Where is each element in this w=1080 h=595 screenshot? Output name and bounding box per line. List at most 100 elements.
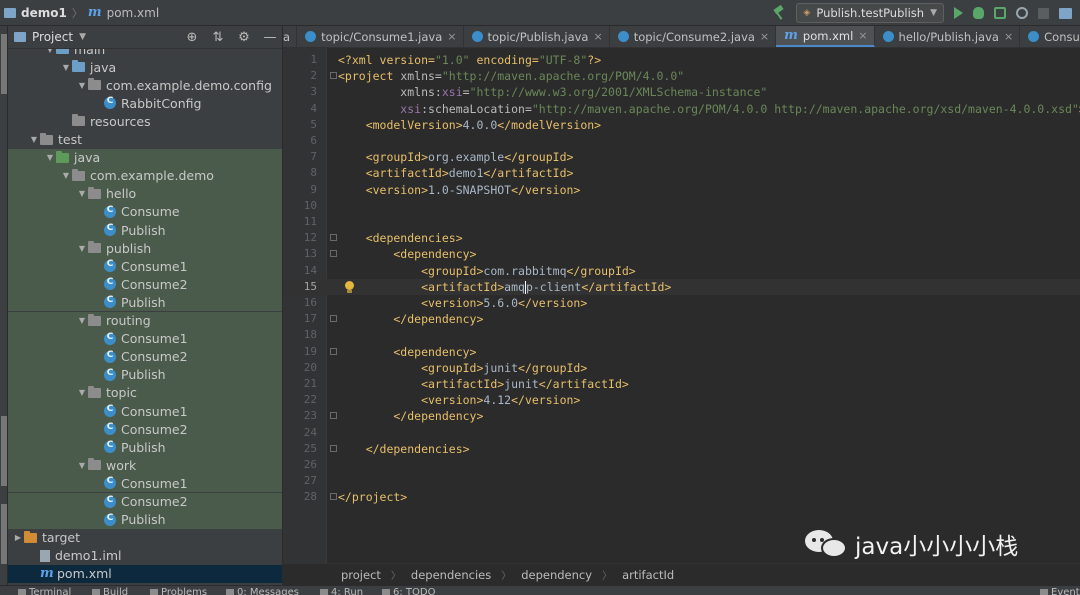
tool-window-todo[interactable]: 6: TODO	[382, 587, 435, 595]
gear-icon[interactable]: ⚙	[236, 30, 252, 45]
code-line[interactable]: 20 <groupId>junit</groupId>	[283, 360, 1080, 376]
tool-window-build[interactable]: Build	[92, 587, 128, 595]
fold-marker-icon[interactable]	[330, 72, 337, 80]
editor-tab[interactable]: a	[283, 26, 298, 47]
tree-item[interactable]: demo1.iml	[8, 547, 282, 565]
debug-icon[interactable]	[973, 7, 984, 19]
chevron-down-icon[interactable]: ▼	[79, 32, 86, 42]
tool-window-event-log[interactable]: Event	[1040, 587, 1080, 595]
expand-down-icon[interactable]: ▼	[28, 135, 40, 144]
close-icon[interactable]: ×	[593, 30, 602, 43]
build-hammer-icon[interactable]	[772, 6, 786, 20]
tree-item[interactable]: ▼ hello	[8, 184, 282, 203]
code-line[interactable]: 17 </dependency>	[283, 311, 1080, 327]
expand-down-icon[interactable]: ▼	[76, 316, 88, 325]
tool-window-run[interactable]: 4: Run	[320, 587, 363, 595]
tree-item[interactable]: Consume1	[8, 329, 282, 348]
code-line[interactable]: 3 xmlns:xsi="http://www.w3.org/2001/XMLS…	[283, 84, 1080, 100]
tree-item[interactable]: ▼ com.example.demo	[8, 166, 282, 185]
tree-item[interactable]: Consume1	[8, 257, 282, 276]
fold-marker-icon[interactable]	[330, 315, 337, 323]
editor-tab[interactable]: Consume.java×	[1020, 26, 1080, 47]
collapse-all-icon[interactable]: ⇅	[210, 30, 226, 45]
tree-item[interactable]: Consume	[8, 202, 282, 221]
code-line[interactable]: 25 </dependencies>	[283, 441, 1080, 457]
code-line[interactable]: 23 </dependency>	[283, 408, 1080, 424]
code-line[interactable]: 11	[283, 214, 1080, 230]
expand-down-icon[interactable]: ▼	[76, 461, 88, 470]
code-line[interactable]: 10	[283, 198, 1080, 214]
tree-item[interactable]: Consume2	[8, 420, 282, 439]
code-line[interactable]: 8 <artifactId>demo1</artifactId>	[283, 165, 1080, 181]
fold-marker-icon[interactable]	[330, 250, 337, 258]
project-structure-icon[interactable]	[1059, 7, 1072, 19]
intention-bulb-icon[interactable]	[344, 280, 354, 293]
code-line[interactable]: 18	[283, 327, 1080, 343]
code-line[interactable]: 19 <dependency>	[283, 344, 1080, 360]
code-line[interactable]: 28 </project>	[283, 489, 1080, 505]
code-line[interactable]: 5 <modelVersion>4.0.0</modelVersion>	[283, 117, 1080, 133]
tree-item[interactable]: Consume2	[8, 275, 282, 294]
nav-project-name[interactable]: demo1	[21, 6, 67, 20]
code-line[interactable]: 24	[283, 425, 1080, 441]
editor-tab[interactable]: hello/Publish.java ×	[875, 26, 1021, 47]
fold-marker-icon[interactable]	[330, 412, 337, 420]
code-line[interactable]: 21 <artifactId>junit</artifactId>	[283, 376, 1080, 392]
expand-down-icon[interactable]: ▼	[60, 63, 72, 72]
close-icon[interactable]: ×	[760, 30, 769, 43]
expand-down-icon[interactable]: ▼	[76, 81, 88, 90]
fold-marker-icon[interactable]	[330, 234, 337, 242]
code-editor[interactable]: 1 <?xml version="1.0" encoding="UTF-8"?> 2…	[283, 48, 1080, 563]
code-line[interactable]: 12 <dependencies>	[283, 230, 1080, 246]
tree-item[interactable]: Publish	[8, 510, 282, 529]
tree-item[interactable]: Publish	[8, 365, 282, 384]
tree-item[interactable]: ▼ test	[8, 131, 282, 149]
run-icon[interactable]	[954, 7, 963, 19]
close-icon[interactable]: ×	[1004, 30, 1013, 43]
breadcrumb-item[interactable]: dependency	[521, 568, 592, 582]
tool-window-problems[interactable]: Problems	[150, 587, 207, 595]
project-panel-title[interactable]: Project	[32, 30, 73, 44]
editor-tab[interactable]: topic/Publish.java ×	[464, 26, 610, 47]
tree-item[interactable]: ▼ work	[8, 456, 282, 475]
editor-tab[interactable]: topic/Consume1.java ×	[297, 26, 464, 47]
coverage-icon[interactable]	[994, 7, 1006, 19]
tree-item[interactable]: ▼ publish	[8, 239, 282, 258]
tree-item[interactable]: Consume2	[8, 347, 282, 366]
tree-item[interactable]: ▼ java	[8, 148, 282, 167]
structure-tool-tab[interactable]	[1, 504, 7, 564]
code-line[interactable]: 2 <project xmlns="http://maven.apache.org…	[283, 68, 1080, 84]
expand-down-icon[interactable]: ▼	[76, 388, 88, 397]
code-line[interactable]: 1 <?xml version="1.0" encoding="UTF-8"?>	[283, 52, 1080, 68]
tool-window-messages[interactable]: 0: Messages	[226, 587, 299, 595]
tree-item[interactable]: ▼ com.example.demo.config	[8, 76, 282, 94]
code-line[interactable]: 9 <version>1.0-SNAPSHOT</version>	[283, 182, 1080, 198]
tree-item[interactable]: ▼ topic	[8, 383, 282, 402]
tree-item[interactable]: Publish	[8, 293, 282, 312]
expand-down-icon[interactable]: ▼	[76, 244, 88, 253]
expand-down-icon[interactable]: ▼	[76, 189, 88, 198]
tree-item[interactable]: Publish	[8, 221, 282, 239]
run-configuration-select[interactable]: ◈ Publish.testPublish ▼	[796, 3, 944, 23]
tree-item[interactable]: ▶ target	[8, 529, 282, 547]
tree-item[interactable]: Consume1	[8, 474, 282, 493]
code-line[interactable]: 4 xsi:schemaLocation="http://maven.apach…	[283, 101, 1080, 117]
code-line[interactable]: 14 <groupId>com.rabbitmq</groupId>	[283, 263, 1080, 279]
favorites-tool-tab[interactable]	[1, 416, 7, 486]
tree-item[interactable]: Consume1	[8, 402, 282, 420]
fold-marker-icon[interactable]	[330, 493, 337, 501]
close-icon[interactable]: ×	[447, 30, 456, 43]
code-line[interactable]: 16 <version>5.6.0</version>	[283, 295, 1080, 311]
close-icon[interactable]: ×	[858, 29, 867, 42]
stop-icon[interactable]	[1038, 7, 1049, 19]
code-line[interactable]: 27	[283, 473, 1080, 489]
code-line[interactable]: 13 <dependency>	[283, 246, 1080, 262]
tree-item[interactable]: resources	[8, 112, 282, 130]
code-line[interactable]: 7 <groupId>org.example</groupId>	[283, 149, 1080, 165]
fold-marker-icon[interactable]	[330, 444, 337, 452]
tree-item[interactable]: RabbitConfig	[8, 94, 282, 112]
editor-tab[interactable]: topic/Consume2.java ×	[610, 26, 777, 47]
locate-file-icon[interactable]: ⊕	[184, 30, 200, 45]
tree-item[interactable]: ▼ java	[8, 58, 282, 76]
code-line[interactable]: 15 <artifactId>amqp-client</artifactId>	[283, 278, 1080, 295]
